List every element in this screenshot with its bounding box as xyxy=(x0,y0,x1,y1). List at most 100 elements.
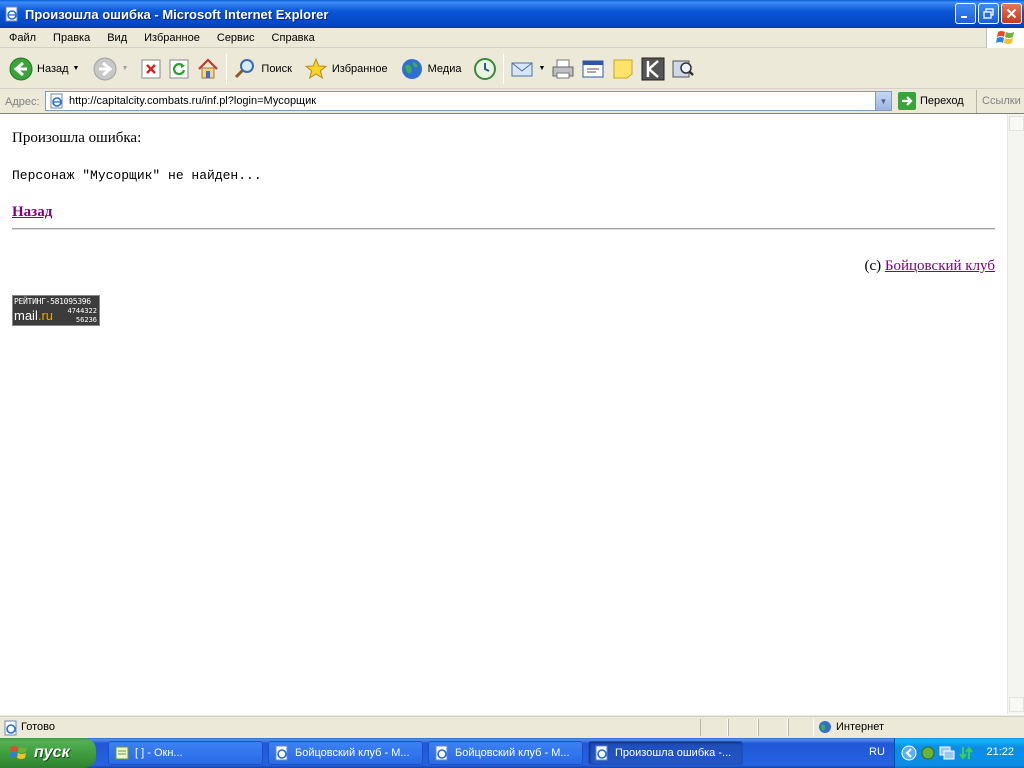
print-button[interactable] xyxy=(548,53,578,85)
counter-rating-text: РЕЙТИНГ-581095396 xyxy=(14,297,91,306)
status-bar: Готово Интернет xyxy=(0,716,1024,738)
window-title: Произошла ошибка - Microsoft Internet Ex… xyxy=(25,6,329,22)
security-zone[interactable]: Интернет xyxy=(818,720,884,734)
minimize-button[interactable] xyxy=(955,3,976,24)
mailru-logo-text: mail xyxy=(14,308,38,323)
edit-button[interactable] xyxy=(578,53,608,85)
ie-page-icon xyxy=(50,93,63,109)
tray-expand-icon[interactable] xyxy=(901,745,917,761)
address-dropdown-button[interactable]: ▼ xyxy=(875,92,891,110)
menu-view[interactable]: Вид xyxy=(98,29,135,47)
printer-icon xyxy=(552,59,574,78)
search-button[interactable]: Поиск xyxy=(230,53,294,85)
refresh-button[interactable] xyxy=(165,53,193,85)
close-icon xyxy=(1006,8,1017,19)
clock[interactable]: 21:22 xyxy=(986,746,1014,758)
scroll-down-button[interactable] xyxy=(1009,697,1024,712)
menu-tools[interactable]: Сервис xyxy=(208,29,263,47)
toolbar-separator xyxy=(226,53,228,84)
taskbar-item[interactable]: Бойцовский клуб - M... xyxy=(428,741,583,765)
research-button[interactable] xyxy=(668,53,698,85)
back-arrow-icon xyxy=(9,57,33,80)
media-button[interactable]: Медиа xyxy=(397,53,465,85)
favorites-button-label: Избранное xyxy=(331,62,388,75)
toolbar-separator xyxy=(503,53,505,84)
restore-button[interactable] xyxy=(978,3,999,24)
zone-label: Интернет xyxy=(836,721,884,733)
taskbar-item-label: Бойцовский клуб - M... xyxy=(455,747,570,759)
links-toolbar[interactable]: Ссылки xyxy=(976,90,1021,113)
notepad-icon xyxy=(115,746,129,760)
menu-favorites[interactable]: Избранное xyxy=(135,29,208,47)
menu-bar: Файл Правка Вид Избранное Сервис Справка xyxy=(0,28,1024,48)
menu-edit[interactable]: Правка xyxy=(44,29,98,47)
status-text: Готово xyxy=(21,721,55,733)
favorites-button[interactable]: Избранное xyxy=(301,53,391,85)
back-link[interactable]: Назад xyxy=(12,204,52,221)
fight-club-link[interactable]: Бойцовский клуб xyxy=(885,258,995,274)
status-panel xyxy=(788,719,814,736)
internet-globe-icon xyxy=(819,721,831,733)
forward-button[interactable]: ▼ xyxy=(90,53,131,85)
k-icon xyxy=(641,57,665,80)
scroll-up-button[interactable] xyxy=(1009,116,1024,131)
status-panel xyxy=(728,719,758,736)
updates-icon[interactable] xyxy=(958,745,974,761)
home-button[interactable] xyxy=(193,53,223,85)
mail-button[interactable]: ▼ xyxy=(507,53,548,85)
page-viewport: Произошла ошибка: Персонаж "Мусорщик" не… xyxy=(0,113,1024,715)
taskbar-item-active[interactable]: Произошла ошибка -... xyxy=(588,741,743,765)
windows-flag-icon xyxy=(986,28,1024,48)
edit-icon xyxy=(582,60,604,77)
system-tray: RU 21:22 xyxy=(869,738,1024,768)
history-button[interactable] xyxy=(470,53,500,85)
star-icon xyxy=(304,57,328,79)
k-button[interactable] xyxy=(638,53,668,85)
title-bar[interactable]: Произошла ошибка - Microsoft Internet Ex… xyxy=(0,0,1024,28)
menu-help[interactable]: Справка xyxy=(263,29,323,47)
stop-icon xyxy=(141,59,161,78)
page-status-icon xyxy=(4,720,17,736)
taskbar-item[interactable]: [ ] - Окн... xyxy=(108,741,263,765)
status-panel xyxy=(758,719,788,736)
address-bar: Адрес: http://capitalcity.combats.ru/inf… xyxy=(0,90,1024,113)
vertical-scrollbar[interactable] xyxy=(1007,114,1024,714)
copyright-prefix: (c) xyxy=(864,258,885,274)
language-indicator[interactable]: RU xyxy=(869,746,885,758)
research-icon xyxy=(672,60,695,77)
counter-hits: 4744322 xyxy=(67,307,97,315)
dropdown-arrow-icon[interactable]: ▼ xyxy=(73,65,80,72)
ie-page-icon xyxy=(435,745,448,761)
ie-page-icon xyxy=(5,6,18,22)
address-url: http://capitalcity.combats.ru/inf.pl?log… xyxy=(69,95,317,107)
address-input[interactable]: http://capitalcity.combats.ru/inf.pl?log… xyxy=(45,91,892,111)
copyright: (c) Бойцовский клуб xyxy=(864,258,995,275)
monitor-icon[interactable] xyxy=(939,745,955,761)
network-icon[interactable] xyxy=(920,745,936,761)
back-button[interactable]: Назад ▼ xyxy=(6,53,82,85)
menu-file[interactable]: Файл xyxy=(0,29,44,47)
windows-flag-icon xyxy=(10,746,27,759)
taskbar-item-label: [ ] - Окн... xyxy=(135,747,183,759)
go-button-label: Переход xyxy=(920,95,964,107)
close-button[interactable] xyxy=(1001,3,1022,24)
ie-page-icon xyxy=(275,745,288,761)
discuss-button[interactable] xyxy=(608,53,638,85)
dropdown-arrow-icon[interactable]: ▼ xyxy=(121,65,128,72)
taskbar-item[interactable]: Бойцовский клуб - M... xyxy=(268,741,423,765)
mailru-rating-counter[interactable]: РЕЙТИНГ-581095396 mail.ru 4744322 56236 xyxy=(12,295,100,326)
mail-icon xyxy=(511,62,533,76)
horizontal-rule xyxy=(12,228,995,230)
start-label: пуск xyxy=(34,744,70,761)
toolbar: Назад ▼ ▼ Поиск Избранное Медиа ▼ xyxy=(0,49,1024,89)
taskbar-item-label: Бойцовский клуб - M... xyxy=(295,747,410,759)
ie-page-icon xyxy=(595,745,608,761)
media-globe-icon xyxy=(401,58,422,79)
restore-icon xyxy=(983,8,994,19)
dropdown-arrow-icon[interactable]: ▼ xyxy=(538,65,545,72)
start-button[interactable]: пуск xyxy=(0,738,96,768)
refresh-icon xyxy=(169,59,189,78)
stop-button[interactable] xyxy=(137,53,165,85)
error-message: Персонаж "Мусорщик" не найден... xyxy=(12,168,262,183)
go-button[interactable]: Переход xyxy=(898,92,964,110)
